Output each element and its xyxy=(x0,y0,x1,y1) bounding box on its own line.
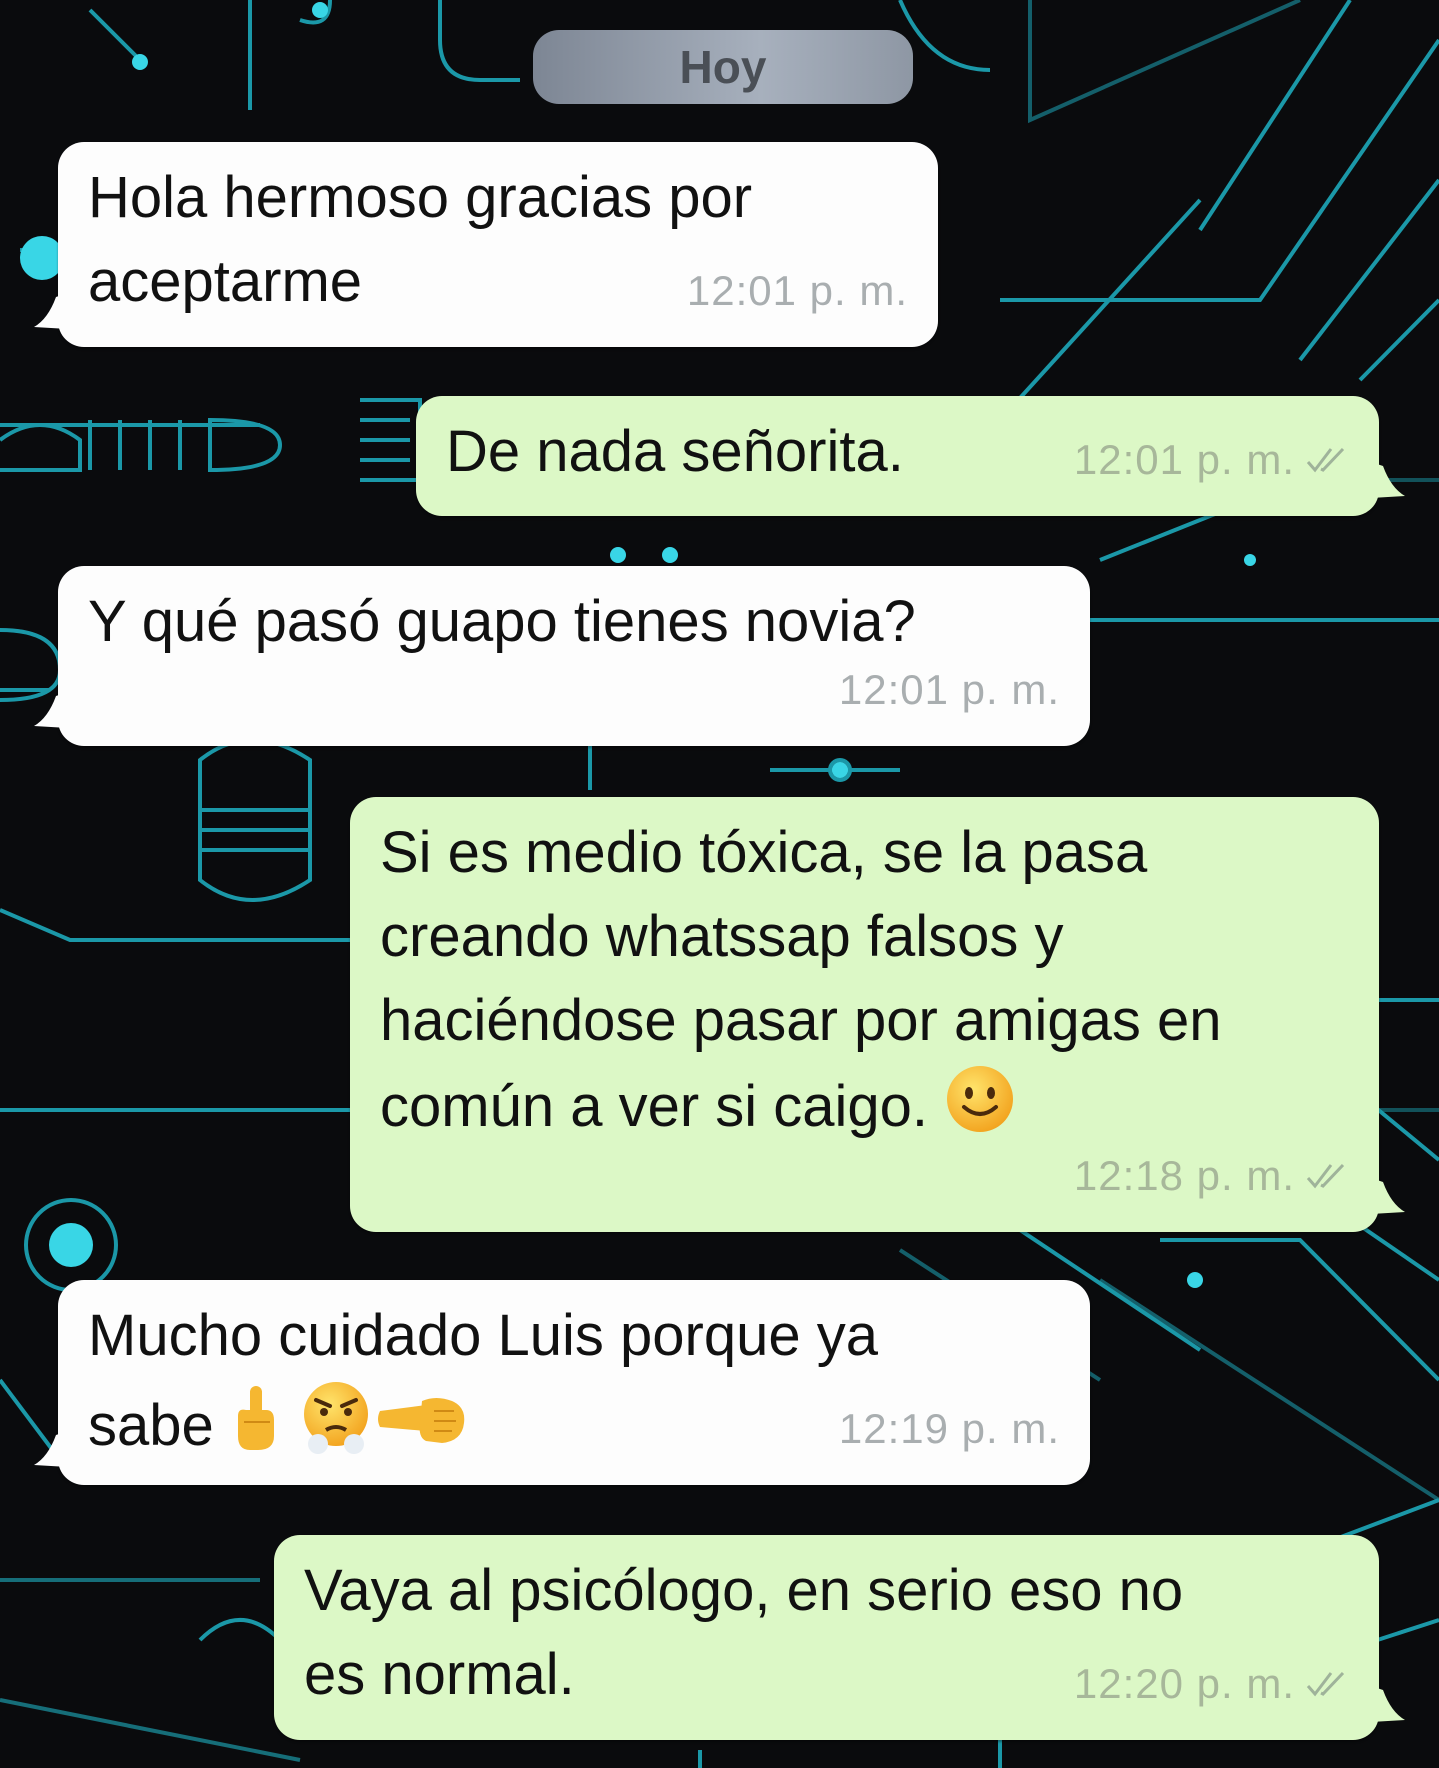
message-time: 12:18 p. m. xyxy=(1073,1152,1295,1199)
message-meta: 12:18 p. m. xyxy=(1074,1134,1349,1218)
slightly-smiling-face-icon xyxy=(944,1063,1016,1158)
face-with-steam-from-nose-icon xyxy=(296,1378,376,1481)
left-facing-fist-icon xyxy=(376,1388,468,1472)
bubble-tail xyxy=(34,293,68,329)
message-outgoing[interactable]: Vaya al psicólogo, en serio eso no es no… xyxy=(274,1535,1405,1740)
message-text: Si es medio tóxica, se la pasa creando w… xyxy=(380,811,1345,1158)
message-time: 12:01 p. m. xyxy=(686,267,908,314)
message-meta: 12:20 p. m. xyxy=(1074,1642,1349,1726)
message-incoming[interactable]: Y qué pasó guapo tienes novia? 12:01 p. … xyxy=(34,566,1090,746)
bubble-tail xyxy=(1371,1686,1405,1722)
message-time: 12:01 p. m. xyxy=(1073,436,1295,483)
bubble-tail xyxy=(1371,462,1405,498)
bubble-tail xyxy=(34,692,68,728)
message-time: 12:20 p. m. xyxy=(1073,1660,1295,1707)
message-outgoing[interactable]: De nada señorita. 12:01 p. m. xyxy=(416,396,1405,516)
double-check-icon xyxy=(1305,445,1349,475)
message-text-body: Mucho cuidado Luis porque ya sabe xyxy=(88,1303,878,1458)
date-label: Hoy xyxy=(679,41,767,93)
chat-screen: Hoy Hola hermoso gracias por aceptarme 1… xyxy=(0,0,1439,1768)
message-incoming[interactable]: Mucho cuidado Luis porque ya sabe 12:19 … xyxy=(34,1280,1090,1485)
message-outgoing[interactable]: Si es medio tóxica, se la pasa creando w… xyxy=(350,797,1405,1232)
message-meta: 12:01 p. m. xyxy=(687,249,908,333)
message-meta: 12:01 p. m. xyxy=(1074,418,1349,502)
message-time: 12:19 p. m. xyxy=(838,1405,1060,1452)
bubble-tail xyxy=(34,1431,68,1467)
message-incoming[interactable]: Hola hermoso gracias por aceptarme 12:01… xyxy=(34,142,938,347)
message-text-body: Si es medio tóxica, se la pasa creando w… xyxy=(380,820,1222,1139)
message-time: 12:01 p. m. xyxy=(838,666,1060,713)
double-check-icon xyxy=(1305,1161,1349,1191)
middle-finger-icon xyxy=(230,1382,280,1477)
double-check-icon xyxy=(1305,1669,1349,1699)
date-chip: Hoy xyxy=(533,30,913,104)
bubble-tail xyxy=(1371,1178,1405,1214)
message-meta: 12:01 p. m. xyxy=(839,648,1060,732)
message-meta: 12:19 p. m. xyxy=(839,1387,1060,1471)
